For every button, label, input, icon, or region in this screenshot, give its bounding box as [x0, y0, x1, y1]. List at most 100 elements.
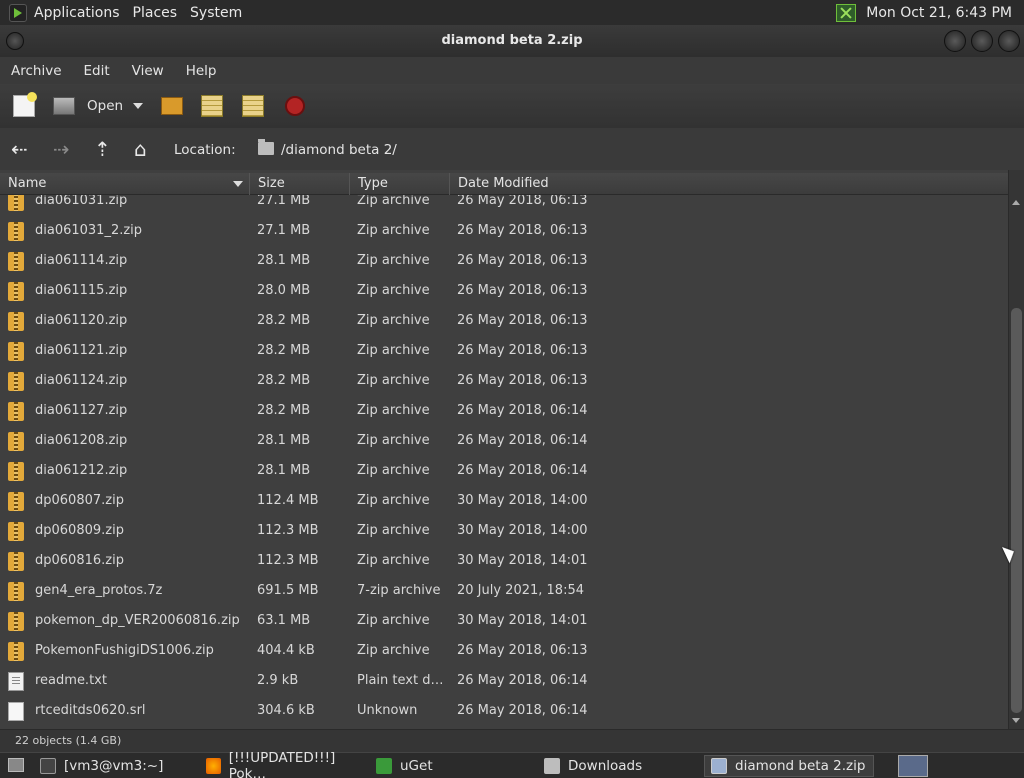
column-date-modified[interactable]: Date Modified: [450, 173, 1008, 195]
back-arrow-icon[interactable]: ⇠: [11, 139, 28, 159]
file-date: 26 May 2018, 06:13: [457, 283, 588, 298]
zip-file-icon: [8, 432, 24, 451]
file-name: dia061114.zip: [35, 253, 128, 268]
location-path[interactable]: /diamond beta 2/: [281, 142, 397, 158]
folder-icon: [258, 139, 274, 155]
file-name: dp060816.zip: [35, 553, 124, 568]
file-date: 26 May 2018, 06:13: [457, 253, 588, 268]
file-name: gen4_era_protos.7z: [35, 583, 163, 598]
file-date: 26 May 2018, 06:13: [457, 343, 588, 358]
menu-view[interactable]: View: [132, 63, 164, 79]
file-row[interactable]: pokemon_dp_VER20060816.zip 63.1 MB Zip arc…: [0, 607, 1008, 637]
up-arrow-icon[interactable]: ⇡: [94, 139, 111, 159]
file-row[interactable]: dia061208.zip 28.1 MB Zip archive 26 May 20…: [0, 427, 1008, 457]
scroll-down-icon[interactable]: [1012, 718, 1020, 723]
firefox-icon: [206, 758, 221, 774]
file-row[interactable]: dia061114.zip 28.1 MB Zip archive 26 May 20…: [0, 247, 1008, 277]
file-date: 30 May 2018, 14:01: [457, 613, 588, 628]
extract-button[interactable]: [161, 94, 183, 118]
extract-icon: [161, 97, 183, 115]
panel-menu-applications[interactable]: Applications: [34, 5, 120, 21]
file-name: readme.txt: [35, 673, 107, 688]
mint-menu-icon[interactable]: [9, 3, 27, 22]
network-icon[interactable]: [836, 3, 857, 22]
menu-help[interactable]: Help: [186, 63, 217, 79]
location-label: Location:: [174, 142, 236, 158]
menu-edit[interactable]: Edit: [84, 63, 110, 79]
file-type: Zip archive: [357, 253, 430, 268]
file-row[interactable]: rtceditds0620.srl 304.6 kB Unknown 26 May 2…: [0, 697, 1008, 727]
file-row[interactable]: dia061121.zip 28.2 MB Zip archive 26 May 20…: [0, 337, 1008, 367]
forward-arrow-icon[interactable]: ⇢: [53, 139, 70, 159]
open-recent-dropdown[interactable]: [133, 94, 143, 118]
open-button[interactable]: Open: [53, 94, 123, 118]
minimize-button[interactable]: [944, 30, 966, 52]
file-row[interactable]: dia061115.zip 28.0 MB Zip archive 26 May 20…: [0, 277, 1008, 307]
file-date: 26 May 2018, 06:13: [457, 373, 588, 388]
file-row[interactable]: PokemonFushigiDS1006.zip 404.4 kB Zip arch…: [0, 637, 1008, 667]
zip-file-icon: [8, 462, 24, 481]
taskbar-button[interactable]: uGet: [370, 755, 530, 777]
vertical-scrollbar[interactable]: [1008, 170, 1024, 729]
column-type[interactable]: Type: [350, 173, 450, 195]
unknown-file-icon: [8, 702, 24, 721]
file-type: Zip archive: [357, 493, 430, 508]
taskbar-button[interactable]: Downloads: [538, 755, 698, 777]
file-row[interactable]: dia061127.zip 28.2 MB Zip archive 26 May 20…: [0, 397, 1008, 427]
toolbar: Open: [0, 84, 1024, 128]
file-row[interactable]: gen4_era_protos.7z 691.5 MB 7-zip archive 2…: [0, 577, 1008, 607]
file-row[interactable]: readme.txt 2.9 kB Plain text do… 26 May 201…: [0, 667, 1008, 697]
window-titlebar[interactable]: diamond beta 2.zip: [0, 25, 1024, 57]
zip-file-icon: [8, 552, 24, 571]
file-row[interactable]: dia061212.zip 28.1 MB Zip archive 26 May 20…: [0, 457, 1008, 487]
scroll-up-icon[interactable]: [1012, 200, 1020, 205]
panel-menu-places[interactable]: Places: [133, 5, 178, 21]
column-size[interactable]: Size: [250, 173, 350, 195]
status-bar: 22 objects (1.4 GB): [0, 729, 1024, 752]
add-folder-icon: [242, 95, 264, 117]
zip-file-icon: [8, 282, 24, 301]
file-date: 26 May 2018, 06:13: [457, 193, 588, 208]
workspace-switcher-icon[interactable]: [898, 755, 928, 777]
file-type: 7-zip archive: [357, 583, 441, 598]
file-date: 26 May 2018, 06:13: [457, 313, 588, 328]
file-row[interactable]: dp060807.zip 112.4 MB Zip archive 30 May 20…: [0, 487, 1008, 517]
file-rows: dia061031.zip 27.1 MB Zip archive 26 May 20…: [0, 187, 1008, 727]
file-row[interactable]: dp060809.zip 112.3 MB Zip archive 30 May 20…: [0, 517, 1008, 547]
taskbar-button[interactable]: [!!!UPDATED!!!] Pok…: [200, 750, 365, 778]
column-name[interactable]: Name: [0, 173, 250, 195]
terminal-icon: [40, 758, 56, 774]
file-size: 28.2 MB: [257, 373, 311, 388]
clock[interactable]: Mon Oct 21, 6:43 PM: [866, 5, 1012, 21]
file-list[interactable]: dia061031.zip 27.1 MB Zip archive 26 May 20…: [0, 170, 1024, 729]
text-file-icon: [8, 672, 24, 691]
scrollbar-thumb[interactable]: [1011, 308, 1022, 713]
file-type: Zip archive: [357, 283, 430, 298]
file-row[interactable]: dia061031_2.zip 27.1 MB Zip archive 26 May …: [0, 217, 1008, 247]
file-row[interactable]: dp060816.zip 112.3 MB Zip archive 30 May 20…: [0, 547, 1008, 577]
show-desktop-icon[interactable]: [8, 758, 24, 772]
add-files-icon: [201, 95, 223, 117]
column-name-label: Name: [8, 176, 47, 191]
maximize-button[interactable]: [971, 30, 993, 52]
home-icon[interactable]: ⌂: [134, 139, 147, 159]
menu-archive[interactable]: Archive: [11, 63, 62, 79]
panel-menu-system[interactable]: System: [190, 5, 242, 21]
file-type: Zip archive: [357, 613, 430, 628]
file-date: 26 May 2018, 06:14: [457, 703, 588, 718]
close-button[interactable]: [998, 30, 1020, 52]
zip-file-icon: [8, 522, 24, 541]
file-type: Unknown: [357, 703, 418, 718]
stop-button[interactable]: [285, 94, 305, 118]
file-date: 20 July 2021, 18:54: [457, 583, 584, 598]
taskbar-button[interactable]: diamond beta 2.zip: [704, 755, 874, 777]
taskbar-button[interactable]: [vm3@vm3:~]: [34, 755, 194, 777]
add-folder-button[interactable]: [242, 94, 264, 118]
taskbar-button-label: uGet: [400, 758, 433, 774]
new-archive-button[interactable]: [13, 92, 37, 118]
file-name: dia061127.zip: [35, 403, 128, 418]
add-files-button[interactable]: [201, 94, 223, 118]
file-row[interactable]: dia061124.zip 28.2 MB Zip archive 26 May 20…: [0, 367, 1008, 397]
stop-icon: [285, 96, 305, 116]
file-row[interactable]: dia061120.zip 28.2 MB Zip archive 26 May 20…: [0, 307, 1008, 337]
